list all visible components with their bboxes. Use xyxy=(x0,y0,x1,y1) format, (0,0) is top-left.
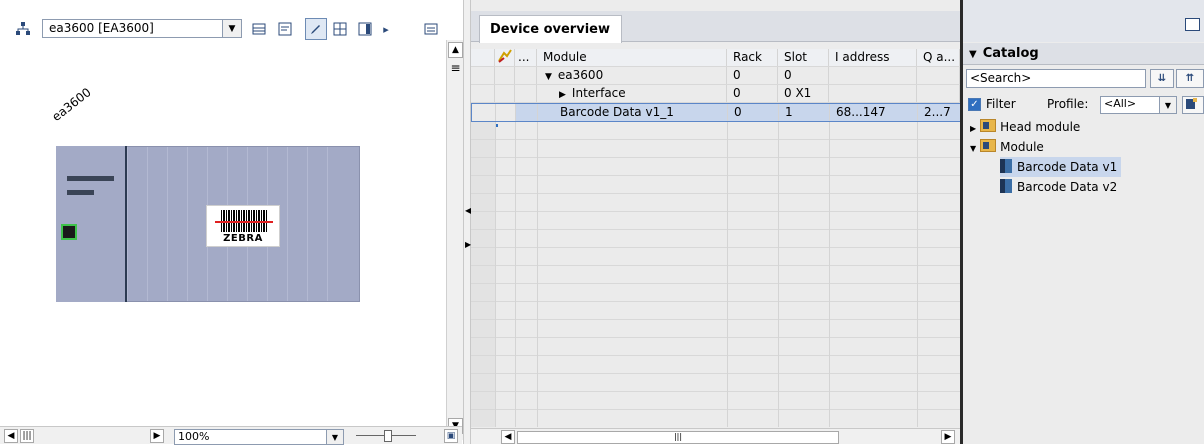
status-bar xyxy=(67,176,114,181)
config-status-icon[interactable] xyxy=(495,49,515,66)
rack-value: 0 xyxy=(727,85,778,102)
row-header-cell xyxy=(471,49,495,66)
pencil-icon[interactable] xyxy=(305,18,327,40)
tree-item-module[interactable]: ▼ Module xyxy=(970,137,1044,157)
column-header[interactable]: ... xyxy=(515,49,537,66)
zoom-slider-thumb[interactable] xyxy=(384,430,392,442)
panel-splitter[interactable]: ◀ ▶ xyxy=(463,0,471,444)
tree-item-barcode-data-v2[interactable]: Barcode Data v2 xyxy=(1000,177,1117,197)
network-icon[interactable] xyxy=(12,18,34,40)
device-view-vertical-scrollbar[interactable]: ▲ ≡ ▼ xyxy=(446,40,463,440)
module-name: Barcode Data v1_1 xyxy=(538,104,728,121)
scroll-left-icon[interactable]: ◀ xyxy=(501,430,515,444)
zoom-select[interactable]: 100% ▼ xyxy=(174,429,344,445)
more-arrow-icon[interactable]: ▸ xyxy=(380,18,392,40)
table-row[interactable]: ▶ Interface 0 0 X1 xyxy=(471,85,960,103)
overview-toggle-icon[interactable] xyxy=(420,18,442,40)
slot-value: 0 xyxy=(778,67,829,84)
scroll-left-icon[interactable]: ◀ xyxy=(4,429,18,443)
tab-device-overview[interactable]: Device overview xyxy=(479,15,622,43)
column-header[interactable]: Slot xyxy=(778,49,829,66)
profile-label: Profile: xyxy=(1047,97,1089,111)
column-header[interactable]: Module xyxy=(537,49,727,66)
qaddress-value: 2...7 xyxy=(918,104,961,121)
profile-settings-icon[interactable] xyxy=(1182,96,1204,114)
rack-value: 0 xyxy=(728,104,779,121)
profile-select[interactable]: <All> ▼ xyxy=(1100,96,1177,114)
expand-icon[interactable]: ▼ xyxy=(545,72,552,82)
grid-icon[interactable] xyxy=(329,18,351,40)
iaddress-value: 68...147 xyxy=(830,104,918,121)
panel-icon[interactable] xyxy=(354,18,376,40)
laser-line xyxy=(215,221,273,223)
slot-value: 1 xyxy=(779,104,830,121)
catalog-search-input[interactable]: <Search> xyxy=(966,69,1146,88)
chevron-down-icon[interactable]: ▼ xyxy=(1159,97,1176,113)
search-up-icon[interactable]: ⇈ xyxy=(1176,69,1204,88)
scroll-thumb-icon[interactable]: ≡ xyxy=(448,60,463,76)
catalog-header[interactable]: ▼ Catalog xyxy=(963,43,1204,65)
device-overview-table: ... Module Rack Slot I address Q a... ▼ e… xyxy=(471,49,961,427)
scroll-thumb-h-icon[interactable]: ||| xyxy=(20,429,34,443)
maximize-icon[interactable] xyxy=(1185,18,1200,31)
tree-item-barcode-data-v1[interactable]: Barcode Data v1 xyxy=(1000,157,1122,177)
chevron-down-icon[interactable]: ▼ xyxy=(222,20,241,37)
column-header[interactable]: Rack xyxy=(727,49,778,66)
expand-icon[interactable]: ▶ xyxy=(970,124,976,133)
scroll-right-icon[interactable]: ▶ xyxy=(941,430,955,444)
scroll-up-icon[interactable]: ▲ xyxy=(448,42,463,58)
table-view-icon[interactable] xyxy=(248,18,270,40)
column-header[interactable]: Q a... xyxy=(917,49,960,66)
iaddress-value xyxy=(829,67,917,84)
name-label-icon[interactable] xyxy=(274,18,296,40)
device-view-bottom-bar: ◀ ||| ▶ 100% ▼ ▣ xyxy=(0,426,462,445)
device-select-value: ea3600 [EA3600] xyxy=(49,21,154,35)
module-icon xyxy=(1000,159,1012,173)
filter-checkbox[interactable]: ✓ xyxy=(968,98,981,111)
overview-horizontal-scrollbar[interactable]: ◀ ||| ▶ xyxy=(471,428,960,444)
filter-row: ✓ Filter Profile: <All> ▼ xyxy=(968,96,1204,116)
folder-icon xyxy=(980,139,997,152)
profile-value: <All> xyxy=(1104,97,1137,110)
chevron-down-icon[interactable]: ▼ xyxy=(326,430,343,444)
tree-item-head-module[interactable]: ▶ Head module xyxy=(970,117,1080,137)
column-header[interactable]: I address xyxy=(829,49,917,66)
collapse-icon[interactable]: ▼ xyxy=(970,144,976,153)
interface-port[interactable] xyxy=(61,224,77,240)
scroll-right-icon[interactable]: ▶ xyxy=(150,429,164,443)
barcode-module[interactable]: ZEBRA xyxy=(206,205,280,247)
folder-icon xyxy=(980,119,997,132)
module-icon xyxy=(1000,179,1012,193)
device-view-toolbar: ea3600 [EA3600] ▼ ▸ xyxy=(0,16,445,44)
fit-view-icon[interactable]: ▣ xyxy=(444,429,458,443)
module-vendor-label: ZEBRA xyxy=(223,233,263,244)
qaddress-value xyxy=(917,85,960,102)
scroll-thumb[interactable]: ||| xyxy=(517,431,839,444)
module-name: ea3600 xyxy=(557,68,604,82)
search-down-icon[interactable]: ⇊ xyxy=(1150,69,1174,88)
table-header: ... Module Rack Slot I address Q a... xyxy=(471,49,960,67)
module-name: Interface xyxy=(571,86,626,100)
table-row[interactable]: ▼ ea3600 0 0 xyxy=(471,67,960,85)
zoom-value: 100% xyxy=(178,430,210,443)
device-select[interactable]: ea3600 [EA3600] ▼ xyxy=(42,19,242,38)
slot-value: 0 X1 xyxy=(778,85,829,102)
status-bar xyxy=(67,190,94,195)
table-row-selected[interactable]: Barcode Data v1_1 0 1 68...147 2...7 xyxy=(471,103,961,122)
catalog-title: Catalog xyxy=(982,46,1039,61)
rack-value: 0 xyxy=(727,67,778,84)
expand-icon[interactable]: ▶ xyxy=(559,90,566,100)
filter-label: Filter xyxy=(986,97,1016,111)
qaddress-value xyxy=(917,67,960,84)
empty-rows xyxy=(471,122,960,427)
task-card-top xyxy=(963,0,1204,42)
iaddress-value xyxy=(829,85,917,102)
collapse-catalog-icon[interactable]: ▼ xyxy=(969,49,977,60)
catalog-panel xyxy=(963,0,1204,444)
